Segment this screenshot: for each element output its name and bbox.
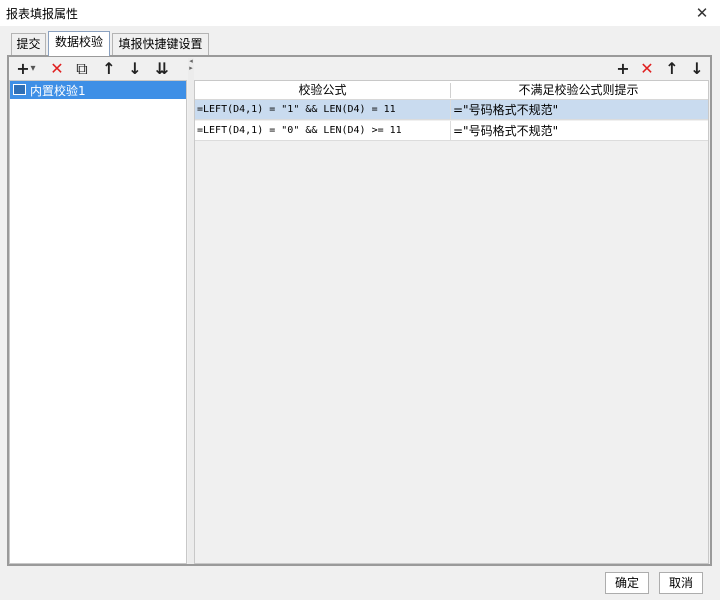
splitter-right-arrow-icon: ▸ <box>189 64 193 72</box>
validation-item-icon <box>13 84 26 95</box>
formula-cell[interactable]: =LEFT(D4,1) = "1" && LEN(D4) = 11 <box>197 100 447 120</box>
close-icon[interactable]: ✕ <box>688 1 716 25</box>
add-formula-icon[interactable]: + <box>613 58 633 80</box>
delete-formula-icon[interactable]: ✕ <box>637 58 657 80</box>
cell-divider <box>450 100 451 120</box>
window-title: 报表填报属性 <box>6 7 79 21</box>
splitter-collapse-icon[interactable]: ◂ ▸ <box>188 58 194 72</box>
formula-up-icon[interactable]: ↑ <box>662 58 682 80</box>
move-to-bottom-icon[interactable]: ⇊ <box>152 58 172 80</box>
list-item[interactable]: 内置校验1 <box>10 81 186 99</box>
cancel-button[interactable]: 取消 <box>659 572 703 594</box>
header-formula[interactable]: 校验公式 <box>195 81 450 100</box>
message-cell[interactable]: ="号码格式不规范" <box>453 100 703 120</box>
tab-submit[interactable]: 提交 <box>11 33 46 55</box>
title-bar <box>0 0 720 26</box>
move-up-icon[interactable]: ↑ <box>99 58 119 80</box>
formula-grid <box>194 80 709 564</box>
tab-shortcut-settings[interactable]: 填报快捷键设置 <box>112 33 209 55</box>
formula-cell[interactable]: =LEFT(D4,1) = "0" && LEN(D4) >= 11 <box>197 121 447 141</box>
cell-divider <box>450 121 451 141</box>
validation-list[interactable] <box>9 80 187 564</box>
grid-header: 校验公式 不满足校验公式则提示 <box>195 81 708 100</box>
message-cell[interactable]: ="号码格式不规范" <box>453 121 703 141</box>
header-message[interactable]: 不满足校验公式则提示 <box>451 81 706 100</box>
table-row[interactable]: =LEFT(D4,1) = "0" && LEN(D4) >= 11 ="号码格… <box>195 121 708 141</box>
table-row[interactable]: =LEFT(D4,1) = "1" && LEN(D4) = 11 ="号码格式… <box>195 100 708 120</box>
list-item-label: 内置校验1 <box>30 84 86 98</box>
add-dropdown-icon[interactable]: ▾ <box>28 58 38 80</box>
ok-button[interactable]: 确定 <box>605 572 649 594</box>
move-down-icon[interactable]: ↓ <box>125 58 145 80</box>
right-toolbar: + ✕ ↑ ↓ <box>600 58 710 80</box>
tab-data-validation[interactable]: 数据校验 <box>48 31 110 56</box>
left-toolbar: + ▾ ✕ ⧉ ↑ ↓ ⇊ <box>9 58 187 80</box>
copy-icon[interactable]: ⧉ <box>72 58 92 80</box>
formula-down-icon[interactable]: ↓ <box>687 58 707 80</box>
delete-icon[interactable]: ✕ <box>47 58 67 80</box>
